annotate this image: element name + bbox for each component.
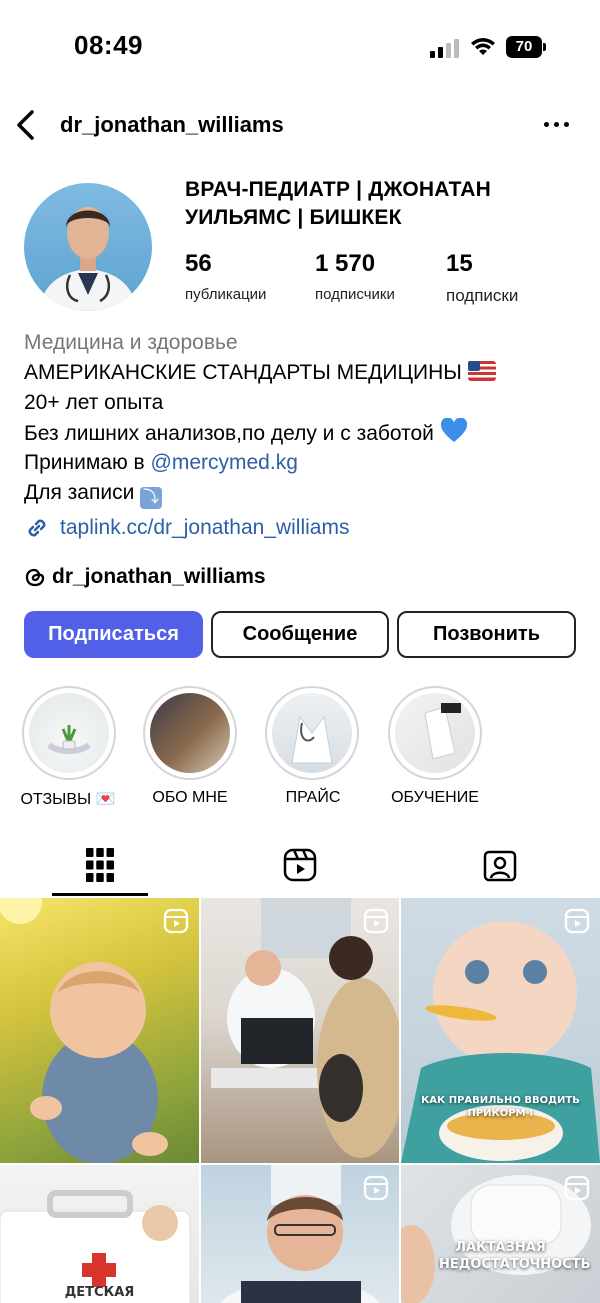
cellular-signal-icon	[430, 38, 460, 58]
grid-icon[interactable]	[86, 848, 114, 882]
battery-tip	[543, 43, 546, 51]
post-1[interactable]	[0, 898, 199, 1163]
bio-category: Медицина и здоровье	[24, 331, 238, 354]
avatar[interactable]	[24, 183, 152, 311]
tagged-icon[interactable]	[483, 848, 517, 882]
profile-display-name: ВРАЧ-ПЕДИАТР | ДЖОНАТАН УИЛЬЯМС | БИШКЕК	[185, 178, 492, 229]
chevron-left-icon[interactable]	[12, 108, 42, 142]
bio-line-3-text: Без лишних анализов,по делу и с заботой	[24, 422, 434, 445]
stat-posts-label: публикации	[185, 286, 267, 303]
post-2[interactable]	[201, 898, 399, 1163]
stat-posts-value: 56	[185, 250, 212, 277]
post-4[interactable]: ДЕТСКАЯ	[0, 1165, 199, 1303]
reels-badge-icon	[564, 908, 590, 934]
highlight-reviews-label: ОТЗЫВЫ 💌	[20, 791, 116, 808]
link-icon	[28, 519, 46, 537]
highlight-education[interactable]	[388, 686, 482, 780]
reels-badge-icon	[163, 908, 189, 934]
post-4-caption: ДЕТСКАЯ	[64, 1285, 135, 1300]
reels-badge-icon	[363, 1175, 389, 1201]
highlight-price-label: ПРАЙС	[285, 789, 341, 806]
bio-link-row[interactable]: taplink.cc/dr_jonathan_williams	[24, 515, 349, 541]
follow-button[interactable]: Подписаться	[24, 611, 203, 658]
threads-username: dr_jonathan_williams	[52, 565, 266, 588]
call-button[interactable]: Позвонить	[397, 611, 576, 658]
reels-icon[interactable]	[283, 848, 317, 882]
highlight-reviews[interactable]	[22, 686, 116, 780]
post-6[interactable]: ЛАКТАЗНАЯ НЕДОСТАТОЧНОСТЬ	[401, 1165, 600, 1303]
stat-following[interactable]: 15 подписки	[446, 250, 518, 306]
us-flag-icon	[467, 361, 496, 381]
highlight-about-label: ОБО МНЕ	[152, 789, 228, 806]
bio-line-5-text: Для записи	[24, 481, 135, 504]
post-6-caption: ЛАКТАЗНАЯ НЕДОСТАТОЧНОСТЬ	[439, 1240, 591, 1272]
bio-line-5: Для записи ⤵	[24, 478, 163, 509]
stat-followers-label: подписчики	[315, 286, 395, 303]
bio-line-4-prefix: Принимаю в	[24, 451, 151, 474]
highlight-price[interactable]	[265, 686, 359, 780]
wifi-icon	[471, 38, 495, 55]
battery-icon: 70	[506, 36, 542, 58]
bio-mention-link[interactable]: @mercymed.kg	[151, 451, 298, 474]
message-button[interactable]: Сообщение	[211, 611, 389, 658]
stat-followers[interactable]: 1 570 подписчики	[315, 250, 395, 303]
highlight-education-label: ОБУЧЕНИЕ	[391, 789, 479, 806]
threads-row[interactable]: dr_jonathan_williams	[24, 565, 266, 589]
post-5[interactable]	[201, 1165, 399, 1303]
active-tab-indicator	[52, 893, 148, 896]
stat-posts[interactable]: 56 публикации	[185, 250, 266, 303]
stat-following-value: 15	[446, 250, 473, 277]
stat-following-label: подписки	[446, 286, 519, 305]
more-icon[interactable]	[544, 122, 572, 130]
blue-heart-icon	[440, 417, 467, 442]
status-time: 08:49	[74, 30, 143, 60]
arrow-down-icon: ⤵	[140, 487, 163, 509]
reels-badge-icon	[564, 1175, 590, 1201]
header-username: dr_jonathan_williams	[60, 112, 284, 137]
threads-icon	[25, 568, 45, 587]
highlight-about[interactable]	[143, 686, 237, 780]
post-3[interactable]: КАК ПРАВИЛЬНО ВВОДИТЬ ПРИКОРМ !	[401, 898, 600, 1163]
reels-badge-icon	[363, 908, 389, 934]
bio-line-3: Без лишних анализов,по делу и с заботой	[24, 417, 468, 449]
bio-line-1: АМЕРИКАНСКИЕ СТАНДАРТЫ МЕДИЦИНЫ	[24, 358, 496, 388]
post-3-caption: КАК ПРАВИЛЬНО ВВОДИТЬ ПРИКОРМ !	[421, 1095, 580, 1119]
bio-link-text[interactable]: taplink.cc/dr_jonathan_williams	[60, 516, 349, 540]
bio-line-1-text: АМЕРИКАНСКИЕ СТАНДАРТЫ МЕДИЦИНЫ	[24, 361, 462, 384]
bio-line-4: Принимаю в @mercymed.kg	[24, 448, 298, 478]
stat-followers-value: 1 570	[315, 250, 376, 277]
bio-line-2: 20+ лет опыта	[24, 391, 164, 414]
